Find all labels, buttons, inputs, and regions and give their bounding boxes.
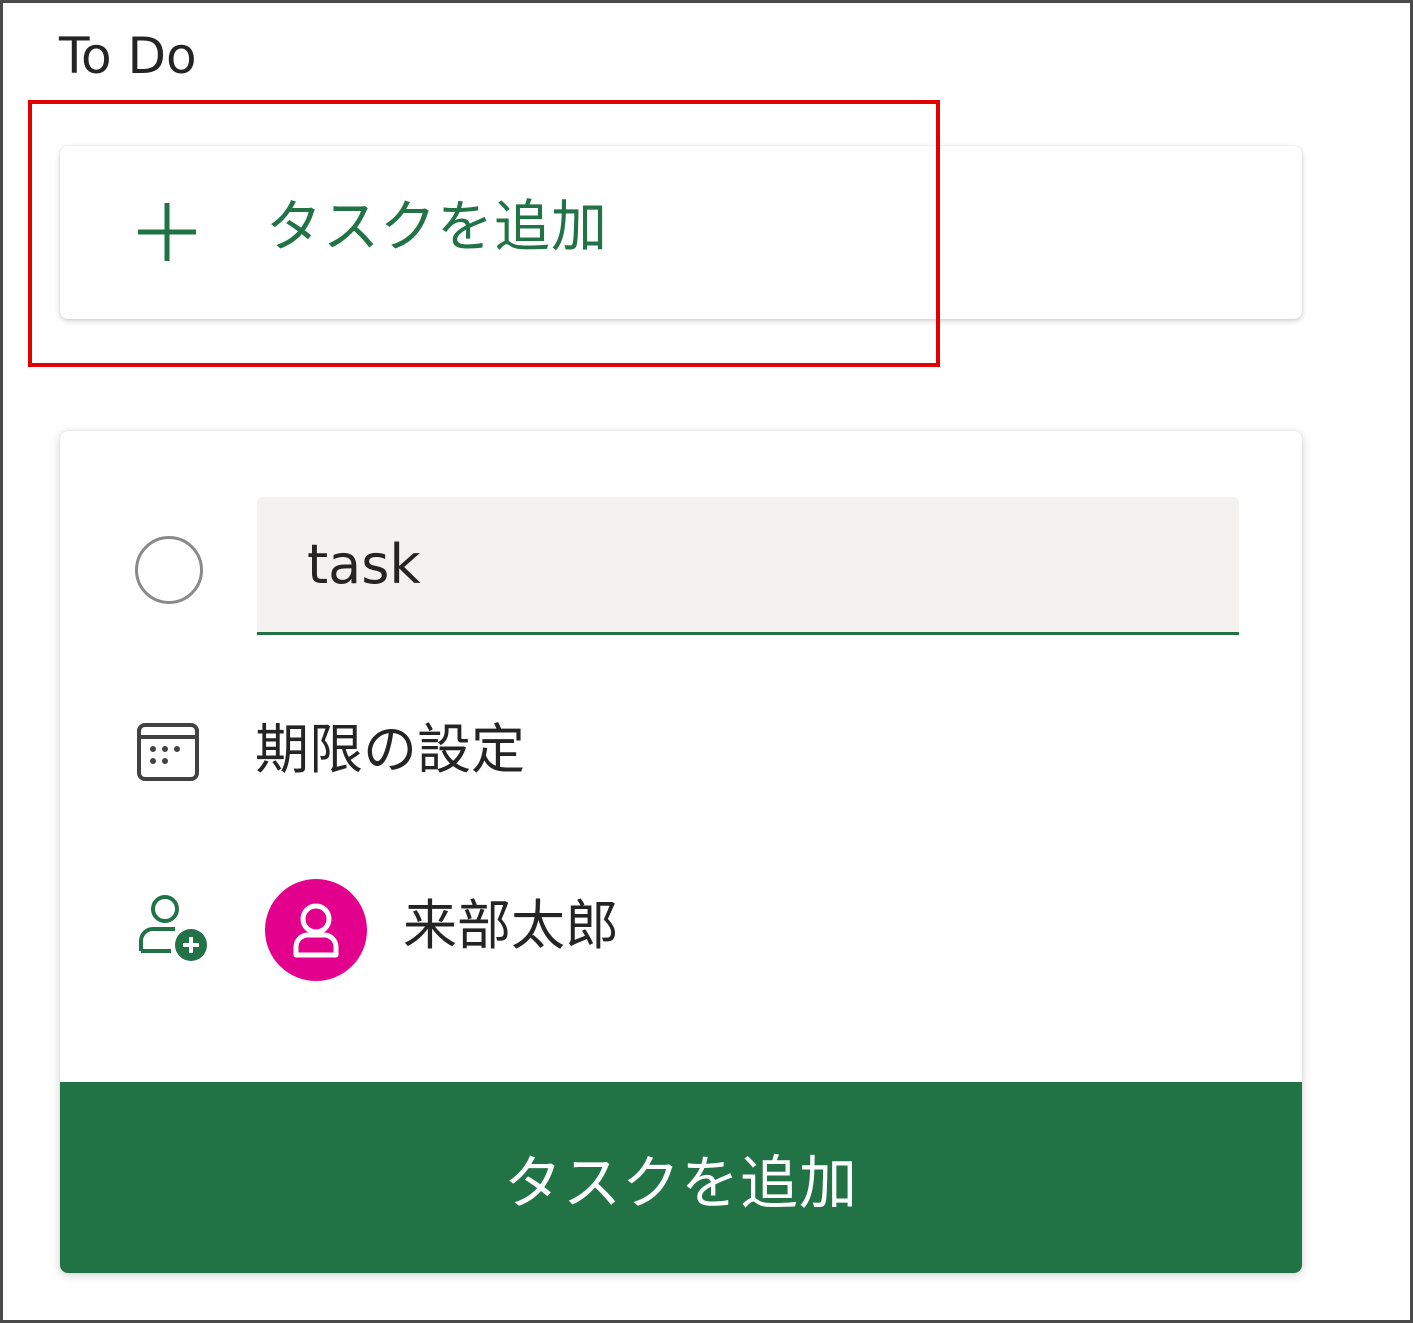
calendar-icon: [137, 723, 199, 781]
person-icon: [293, 903, 339, 958]
complete-task-checkbox[interactable]: [135, 536, 203, 604]
add-task-submit-button[interactable]: タスクを追加: [60, 1082, 1302, 1273]
assignee-avatar[interactable]: [265, 879, 367, 981]
add-task-label: タスクを追加: [266, 195, 608, 260]
bucket-title: To Do: [59, 27, 197, 85]
plus-icon: [138, 203, 196, 261]
todo-bucket-panel: To Do タスクを追加 期限の設定: [0, 0, 1413, 1323]
add-task-row-button[interactable]: タスクを追加: [60, 146, 1302, 319]
set-due-date-button[interactable]: 期限の設定: [135, 709, 735, 789]
new-task-card: 期限の設定 来部太郎 タスクを追加: [60, 431, 1302, 1273]
assignee-row: 来部太郎: [135, 879, 835, 989]
due-date-label: 期限の設定: [255, 718, 525, 781]
task-title-input[interactable]: [257, 497, 1239, 635]
assign-person-add-icon[interactable]: [135, 891, 211, 967]
assignee-name: 来部太郎: [403, 894, 619, 957]
